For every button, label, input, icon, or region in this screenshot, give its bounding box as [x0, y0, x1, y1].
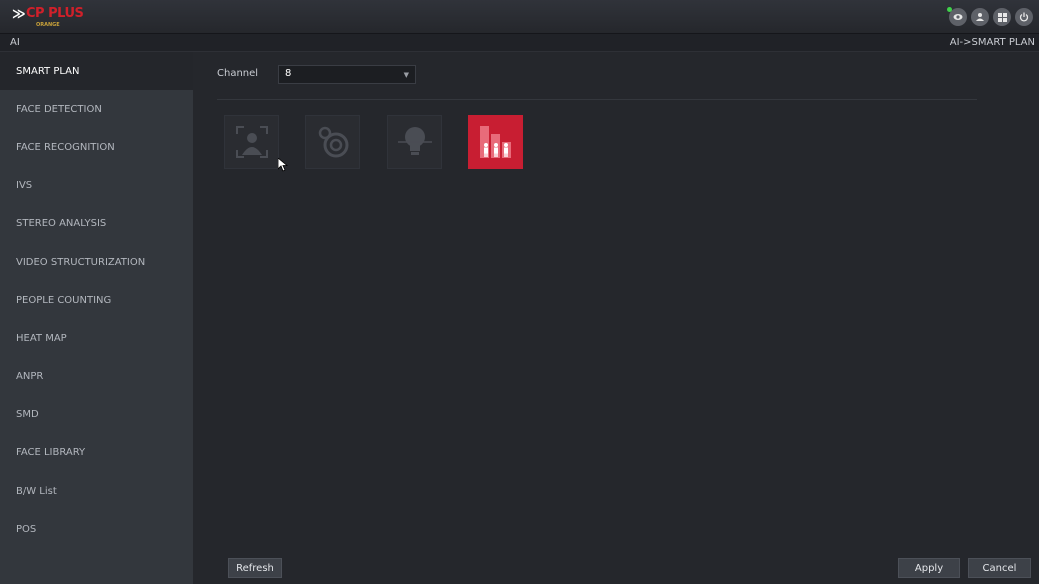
sidebar-item-label: SMD: [16, 409, 39, 421]
sidebar-item-label: FACE RECOGNITION: [16, 141, 115, 153]
sidebar-item-face-recognition[interactable]: FACE RECOGNITION: [0, 128, 193, 166]
sidebar-item-label: B/W List: [16, 485, 57, 497]
brand-logo: ≫ CP PLUS ORANGE: [12, 5, 92, 31]
sidebar-item-smart-plan[interactable]: SMART PLAN: [0, 52, 193, 91]
monitor-icon[interactable]: [947, 7, 967, 26]
chevron-down-icon: ▼: [403, 71, 409, 79]
breadcrumb-bar: AI AI->SMART PLAN: [0, 34, 1039, 52]
sidebar-item-bw-list[interactable]: B/W List: [0, 472, 193, 510]
plan-heat-map[interactable]: [387, 115, 442, 169]
mouse-cursor-icon: [278, 158, 288, 172]
sidebar-item-label: VIDEO STRUCTURIZATION: [16, 256, 146, 268]
sidebar-item-smd[interactable]: SMD: [0, 396, 193, 434]
people-counting-icon: [479, 126, 511, 158]
sidebar-item-face-library[interactable]: FACE LIBRARY: [0, 434, 193, 472]
power-icon[interactable]: [1015, 8, 1033, 26]
heat-map-icon: [397, 127, 432, 155]
top-bar: ≫ CP PLUS ORANGE: [0, 0, 1039, 34]
sidebar-item-label: STEREO ANALYSIS: [16, 218, 107, 230]
logo-mark-icon: ≫: [12, 7, 26, 22]
sidebar-item-label: IVS: [16, 180, 33, 192]
sidebar-item-stereo-analysis[interactable]: STEREO ANALYSIS: [0, 205, 193, 243]
divider: [217, 99, 977, 100]
sidebar-item-face-detection[interactable]: FACE DETECTION: [0, 90, 193, 128]
sidebar-item-heat-map[interactable]: HEAT MAP: [0, 319, 193, 357]
cancel-button[interactable]: Cancel: [968, 558, 1031, 578]
section-title: AI: [10, 37, 20, 48]
user-icon[interactable]: [971, 8, 989, 26]
grid-icon[interactable]: [993, 8, 1011, 26]
sidebar: SMART PLAN FACE DETECTION FACE RECOGNITI…: [0, 52, 193, 584]
channel-value: 8: [285, 68, 292, 79]
breadcrumb: AI->SMART PLAN: [949, 37, 1035, 48]
sidebar-item-label: PEOPLE COUNTING: [16, 294, 112, 306]
content-panel: Channel 8 ▼ Refresh Apply Cancel: [193, 52, 1039, 584]
sidebar-item-label: SMART PLAN: [16, 65, 80, 77]
channel-label: Channel: [217, 68, 259, 79]
sidebar-item-video-structurization[interactable]: VIDEO STRUCTURIZATION: [0, 243, 193, 281]
logo-brand-text: CP PLUS: [26, 6, 84, 21]
apply-button[interactable]: Apply: [898, 558, 960, 578]
sidebar-item-pos[interactable]: POS: [0, 510, 193, 548]
channel-select[interactable]: 8 ▼: [278, 65, 416, 84]
face-recognition-icon: [235, 126, 268, 158]
sidebar-item-label: ANPR: [16, 371, 44, 383]
sidebar-item-label: HEAT MAP: [16, 332, 67, 344]
refresh-button[interactable]: Refresh: [228, 558, 282, 578]
sidebar-item-anpr[interactable]: ANPR: [0, 358, 193, 396]
sidebar-item-label: POS: [16, 523, 37, 535]
sidebar-item-people-counting[interactable]: PEOPLE COUNTING: [0, 281, 193, 319]
plan-face-recognition[interactable]: [224, 115, 279, 169]
top-icon-group: [947, 7, 1033, 26]
logo-sub-text: ORANGE: [36, 22, 60, 28]
sidebar-item-ivs[interactable]: IVS: [0, 167, 193, 205]
stereo-analysis-icon: [318, 126, 348, 158]
plan-stereo-analysis[interactable]: [305, 115, 360, 169]
sidebar-item-label: FACE DETECTION: [16, 103, 102, 115]
plan-people-counting[interactable]: [468, 115, 523, 169]
sidebar-item-label: FACE LIBRARY: [16, 447, 86, 459]
